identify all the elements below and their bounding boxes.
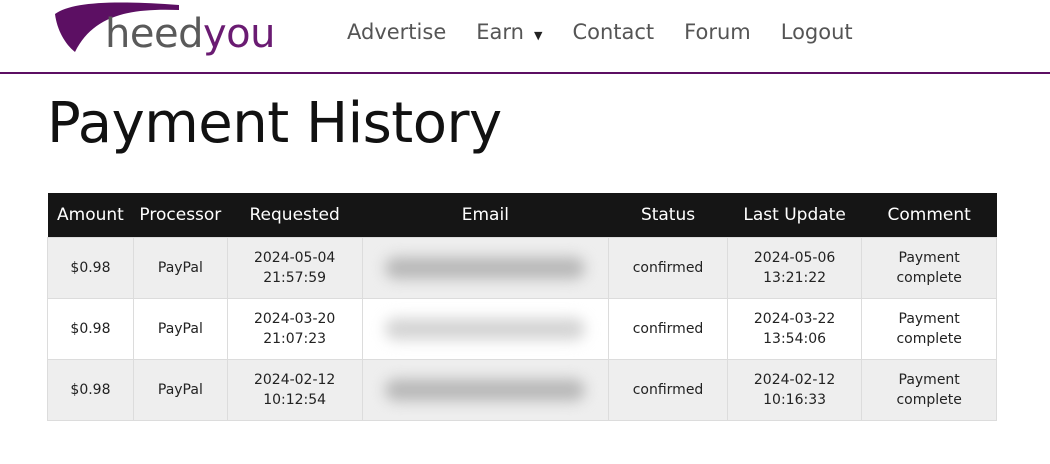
nav-contact[interactable]: Contact bbox=[572, 20, 654, 44]
comment-line2: complete bbox=[896, 331, 962, 347]
nav-earn-label: Earn bbox=[476, 20, 524, 44]
updated-date: 2024-03-22 bbox=[753, 311, 836, 327]
processor-cell: PayPal bbox=[132, 298, 228, 360]
amount-cell: $0.98 bbox=[47, 298, 134, 360]
table-row: $0.98 PayPal 2024-02-12 10:12:54 confirme… bbox=[47, 359, 997, 421]
requested-cell: 2024-03-20 21:07:23 bbox=[226, 298, 363, 360]
updated-time: 13:21:22 bbox=[763, 270, 827, 286]
payment-history-table: Amount Processor Requested Email Status … bbox=[47, 193, 997, 421]
requested-cell: 2024-05-04 21:57:59 bbox=[226, 237, 363, 299]
processor-cell: PayPal bbox=[132, 237, 228, 299]
requested-cell: 2024-02-12 10:12:54 bbox=[226, 359, 363, 421]
table-header-row: Amount Processor Requested Email Status … bbox=[47, 193, 997, 238]
site-header: heedyou Advertise Earn ▼ Contact Forum L… bbox=[0, 0, 1050, 74]
column-header-email: Email bbox=[362, 193, 609, 238]
caret-down-icon: ▼ bbox=[533, 28, 543, 42]
status-cell: confirmed bbox=[608, 237, 728, 299]
main-nav: Advertise Earn ▼ Contact Forum Logout bbox=[347, 20, 883, 44]
column-header-processor: Processor bbox=[133, 193, 228, 238]
page-title: Payment History bbox=[47, 91, 502, 156]
comment-cell: Payment complete bbox=[861, 359, 997, 421]
comment-line1: Payment bbox=[898, 250, 960, 266]
requested-date: 2024-05-04 bbox=[253, 250, 336, 266]
redacted-email bbox=[385, 318, 586, 340]
column-header-amount: Amount bbox=[47, 193, 134, 238]
column-header-last-update: Last Update bbox=[727, 193, 862, 238]
requested-time: 10:12:54 bbox=[263, 392, 327, 408]
heedyou-logo[interactable]: heedyou bbox=[53, 2, 275, 62]
comment-line1: Payment bbox=[898, 311, 960, 327]
requested-time: 21:07:23 bbox=[263, 331, 327, 347]
nav-earn[interactable]: Earn ▼ bbox=[476, 20, 542, 44]
nav-forum[interactable]: Forum bbox=[684, 20, 751, 44]
amount-cell: $0.98 bbox=[47, 359, 134, 421]
last-update-cell: 2024-02-12 10:16:33 bbox=[726, 359, 863, 421]
nav-logout[interactable]: Logout bbox=[781, 20, 853, 44]
comment-line2: complete bbox=[896, 270, 962, 286]
email-cell bbox=[361, 237, 610, 299]
requested-date: 2024-03-20 bbox=[253, 311, 336, 327]
updated-date: 2024-05-06 bbox=[753, 250, 836, 266]
nav-advertise[interactable]: Advertise bbox=[347, 20, 446, 44]
updated-time: 13:54:06 bbox=[763, 331, 827, 347]
table-row: $0.98 PayPal 2024-05-04 21:57:59 confirme… bbox=[47, 237, 997, 299]
processor-cell: PayPal bbox=[132, 359, 228, 421]
redacted-email bbox=[385, 379, 586, 401]
table-row: $0.98 PayPal 2024-03-20 21:07:23 confirme… bbox=[47, 298, 997, 360]
email-cell bbox=[361, 298, 610, 360]
updated-time: 10:16:33 bbox=[763, 392, 827, 408]
comment-line1: Payment bbox=[898, 372, 960, 388]
status-cell: confirmed bbox=[608, 359, 728, 421]
email-cell bbox=[361, 359, 610, 421]
status-cell: confirmed bbox=[608, 298, 728, 360]
column-header-comment: Comment bbox=[861, 193, 997, 238]
requested-date: 2024-02-12 bbox=[253, 372, 336, 388]
comment-line2: complete bbox=[896, 392, 962, 408]
last-update-cell: 2024-05-06 13:21:22 bbox=[726, 237, 863, 299]
last-update-cell: 2024-03-22 13:54:06 bbox=[726, 298, 863, 360]
updated-date: 2024-02-12 bbox=[753, 372, 836, 388]
amount-cell: $0.98 bbox=[47, 237, 134, 299]
logo-text: heedyou bbox=[105, 14, 275, 54]
comment-cell: Payment complete bbox=[861, 298, 997, 360]
comment-cell: Payment complete bbox=[861, 237, 997, 299]
column-header-requested: Requested bbox=[227, 193, 362, 238]
logo-text-heed: heed bbox=[105, 11, 203, 57]
redacted-email bbox=[385, 257, 586, 279]
column-header-status: Status bbox=[608, 193, 728, 238]
requested-time: 21:57:59 bbox=[263, 270, 327, 286]
logo-text-you: you bbox=[202, 11, 276, 57]
